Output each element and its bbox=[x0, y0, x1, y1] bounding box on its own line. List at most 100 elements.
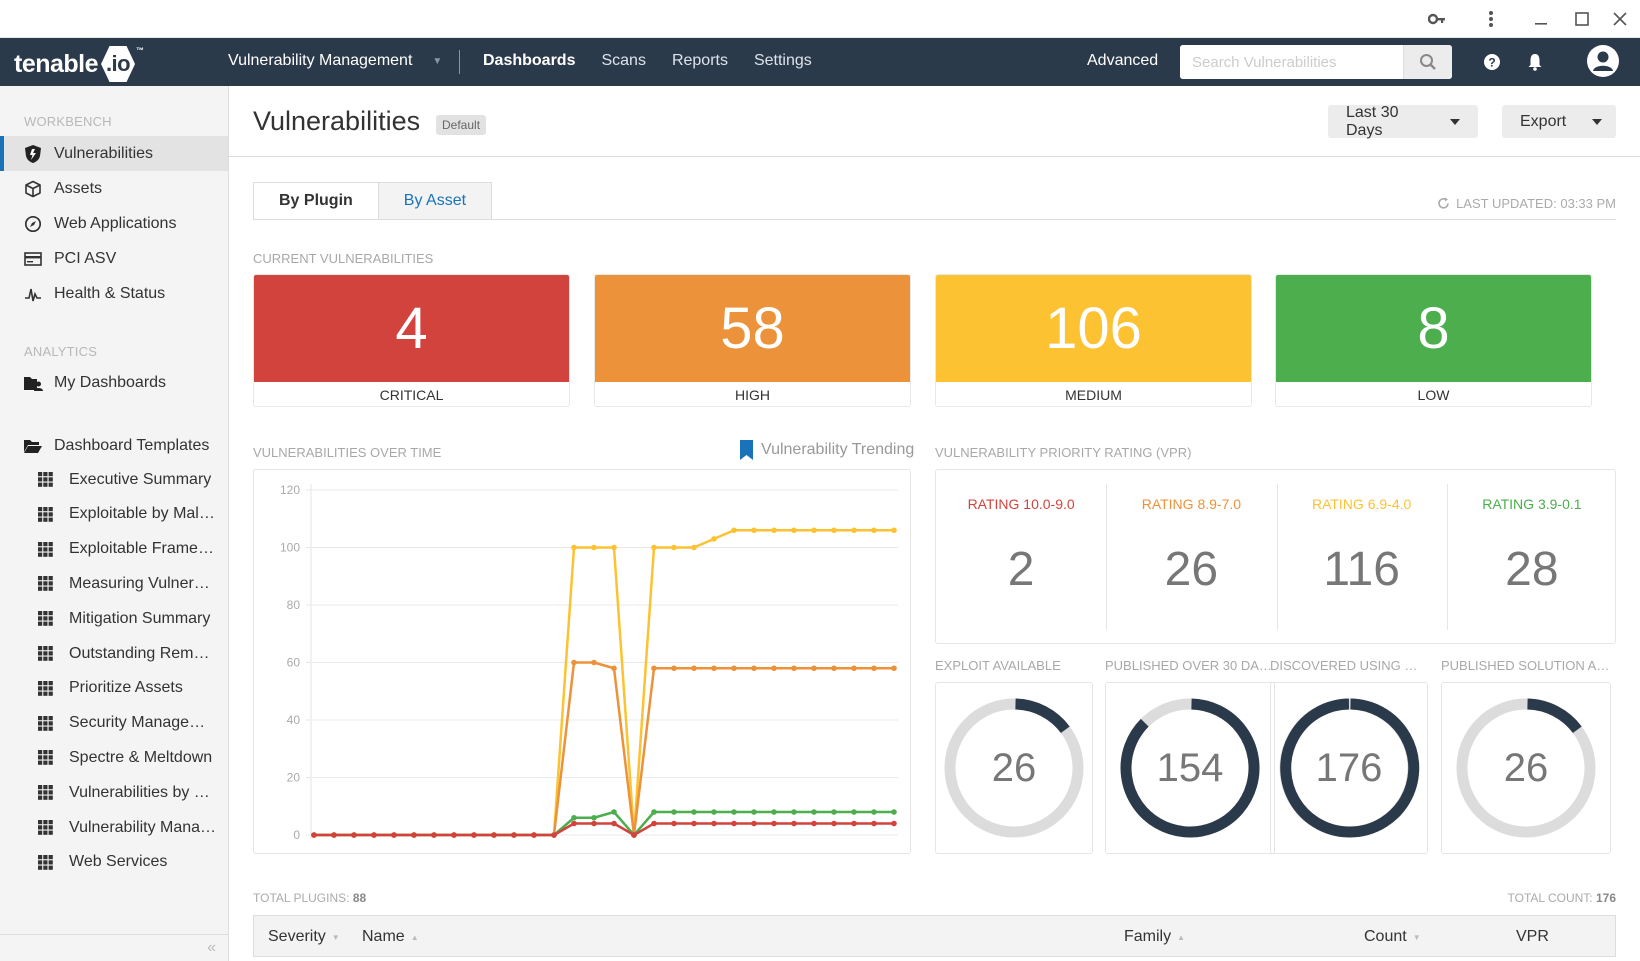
export-dropdown[interactable]: Export bbox=[1502, 105, 1616, 138]
data-point-critical[interactable] bbox=[371, 832, 377, 838]
nav-settings[interactable]: Settings bbox=[754, 52, 812, 70]
data-point-medium[interactable] bbox=[571, 544, 577, 551]
tab-by-asset[interactable]: By Asset bbox=[378, 182, 493, 220]
data-point-medium[interactable] bbox=[771, 527, 777, 534]
sidebar-item-dashboard-templates[interactable]: Dashboard Templates bbox=[0, 428, 228, 463]
sidebar-template-item[interactable]: Exploitable by Mal… bbox=[0, 497, 228, 532]
data-point-medium[interactable] bbox=[831, 527, 837, 534]
date-range-dropdown[interactable]: Last 30 Days bbox=[1328, 104, 1478, 139]
key-icon[interactable] bbox=[1423, 8, 1451, 30]
user-avatar-icon[interactable] bbox=[1585, 43, 1621, 79]
nav-dashboards[interactable]: Dashboards bbox=[483, 52, 575, 70]
data-point-low[interactable] bbox=[731, 809, 737, 815]
data-point-critical[interactable] bbox=[491, 832, 497, 838]
data-point-critical[interactable] bbox=[391, 832, 397, 838]
data-point-critical[interactable] bbox=[671, 820, 677, 827]
data-point-low[interactable] bbox=[891, 809, 897, 815]
data-point-high[interactable] bbox=[771, 665, 777, 672]
data-point-high[interactable] bbox=[811, 665, 817, 672]
donut-card[interactable]: 176 bbox=[1270, 682, 1428, 854]
data-point-critical[interactable] bbox=[791, 820, 797, 827]
data-point-high[interactable] bbox=[731, 665, 737, 672]
data-point-critical[interactable] bbox=[631, 832, 637, 838]
data-point-critical[interactable] bbox=[651, 820, 657, 827]
data-point-high[interactable] bbox=[751, 665, 757, 672]
data-point-high[interactable] bbox=[571, 659, 577, 666]
data-point-high[interactable] bbox=[791, 665, 797, 672]
data-point-critical[interactable] bbox=[531, 832, 537, 838]
more-icon[interactable] bbox=[1477, 8, 1505, 30]
data-point-low[interactable] bbox=[851, 809, 857, 815]
sidebar-item-vulnerabilities[interactable]: Vulnerabilities bbox=[0, 136, 228, 171]
data-point-critical[interactable] bbox=[511, 832, 517, 838]
sidebar-template-item[interactable]: Mitigation Summary bbox=[0, 601, 228, 636]
vpr-rating-column[interactable]: RATING 6.9-4.0 116 bbox=[1277, 470, 1447, 643]
data-point-critical[interactable] bbox=[831, 820, 837, 827]
nav-reports[interactable]: Reports bbox=[672, 52, 728, 70]
data-point-low[interactable] bbox=[831, 809, 837, 815]
sidebar-template-item[interactable]: Vulnerability Mana… bbox=[0, 810, 228, 845]
data-point-critical[interactable] bbox=[611, 820, 617, 827]
data-point-critical[interactable] bbox=[891, 820, 897, 827]
data-point-low[interactable] bbox=[591, 814, 597, 821]
sidebar-template-item[interactable]: Spectre & Meltdown bbox=[0, 740, 228, 775]
advanced-search-link[interactable]: Advanced bbox=[1087, 52, 1158, 70]
severity-card-high[interactable]: 58 HIGH bbox=[594, 274, 911, 407]
severity-card-low[interactable]: 8 LOW bbox=[1275, 274, 1592, 407]
data-point-critical[interactable] bbox=[411, 832, 417, 838]
data-point-low[interactable] bbox=[611, 809, 617, 815]
column-severity[interactable]: Severity ▼ bbox=[268, 928, 340, 946]
minimize-icon[interactable] bbox=[1527, 8, 1555, 30]
data-point-medium[interactable] bbox=[871, 527, 877, 534]
sidebar-item-assets[interactable]: Assets bbox=[0, 171, 228, 206]
data-point-high[interactable] bbox=[871, 665, 877, 672]
donut-card[interactable]: 26 bbox=[1441, 682, 1611, 854]
close-icon[interactable] bbox=[1606, 8, 1634, 30]
data-point-critical[interactable] bbox=[311, 832, 317, 838]
data-point-low[interactable] bbox=[671, 809, 677, 815]
data-point-critical[interactable] bbox=[571, 820, 577, 827]
data-point-critical[interactable] bbox=[771, 820, 777, 827]
data-point-high[interactable] bbox=[611, 665, 617, 672]
sidebar-template-item[interactable]: Exploitable Frame… bbox=[0, 532, 228, 567]
data-point-medium[interactable] bbox=[791, 527, 797, 534]
data-point-low[interactable] bbox=[771, 809, 777, 815]
data-point-high[interactable] bbox=[851, 665, 857, 672]
sidebar-template-item[interactable]: Prioritize Assets bbox=[0, 671, 228, 706]
data-point-high[interactable] bbox=[591, 659, 597, 666]
sidebar-template-item[interactable]: Security Manage… bbox=[0, 706, 228, 741]
sidebar-item-pci-asv[interactable]: PCI ASV bbox=[0, 241, 228, 276]
data-point-medium[interactable] bbox=[651, 544, 657, 551]
nav-scans[interactable]: Scans bbox=[601, 52, 645, 70]
sidebar-template-item[interactable]: Vulnerabilities by … bbox=[0, 775, 228, 810]
data-point-medium[interactable] bbox=[691, 544, 697, 551]
help-icon[interactable]: ? bbox=[1480, 50, 1504, 74]
data-point-low[interactable] bbox=[811, 809, 817, 815]
donut-card[interactable]: 154 bbox=[1105, 682, 1275, 854]
vpr-rating-column[interactable]: RATING 3.9-0.1 28 bbox=[1447, 470, 1617, 643]
bell-icon[interactable] bbox=[1523, 50, 1547, 74]
data-point-high[interactable] bbox=[891, 665, 897, 672]
data-point-low[interactable] bbox=[871, 809, 877, 815]
vpr-rating-column[interactable]: RATING 10.0-9.0 2 bbox=[936, 470, 1106, 643]
column-name[interactable]: Name ▲ bbox=[362, 928, 419, 946]
collapse-sidebar-icon[interactable]: « bbox=[207, 939, 216, 957]
data-point-critical[interactable] bbox=[351, 832, 357, 838]
column-count[interactable]: Count ▼ bbox=[1364, 928, 1421, 946]
donut-card[interactable]: 26 bbox=[935, 682, 1093, 854]
data-point-high[interactable] bbox=[691, 665, 697, 672]
data-point-critical[interactable] bbox=[751, 820, 757, 827]
data-point-low[interactable] bbox=[711, 809, 717, 815]
data-point-medium[interactable] bbox=[851, 527, 857, 534]
search-button[interactable] bbox=[1403, 45, 1452, 79]
data-point-medium[interactable] bbox=[751, 527, 757, 534]
data-point-medium[interactable] bbox=[811, 527, 817, 534]
data-point-low[interactable] bbox=[691, 809, 697, 815]
data-point-medium[interactable] bbox=[611, 544, 617, 551]
data-point-critical[interactable] bbox=[431, 832, 437, 838]
column-family[interactable]: Family ▲ bbox=[1124, 928, 1185, 946]
sidebar-template-item[interactable]: Executive Summary bbox=[0, 462, 228, 497]
data-point-critical[interactable] bbox=[471, 832, 477, 838]
data-point-critical[interactable] bbox=[691, 820, 697, 827]
data-point-critical[interactable] bbox=[811, 820, 817, 827]
